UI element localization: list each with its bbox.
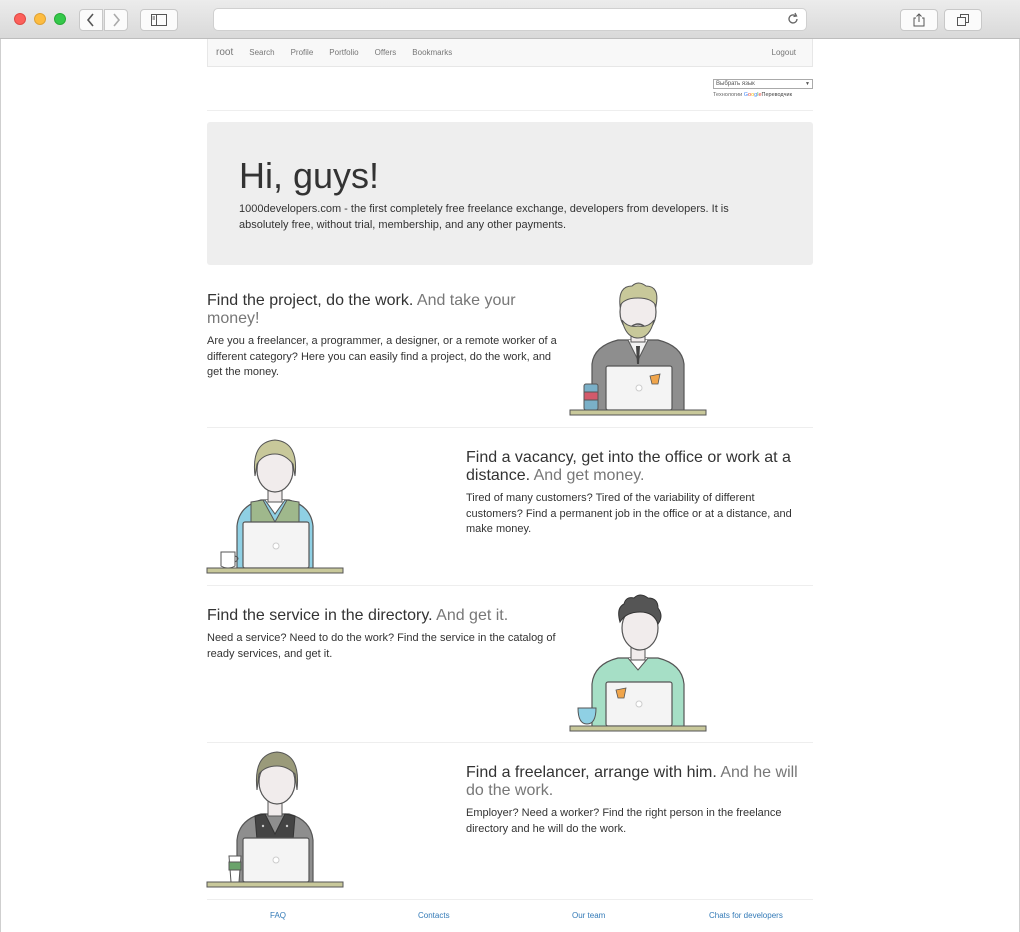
navbar-brand[interactable]: root: [208, 47, 241, 58]
navbar: root Search Profile Portfolio Offers Boo…: [207, 39, 813, 67]
close-window-button[interactable]: [14, 13, 26, 25]
tabs-icon: [957, 14, 969, 26]
footer-link-faq[interactable]: FAQ: [270, 911, 286, 920]
nav-item-search[interactable]: Search: [241, 48, 282, 57]
divider: [207, 742, 813, 743]
footer-link-chats[interactable]: Chats for developers: [709, 911, 783, 920]
divider: [207, 899, 813, 900]
chevron-left-icon: [86, 13, 94, 27]
feature-heading-main: Find a freelancer, arrange with him.: [466, 764, 717, 781]
dropdown-arrow-icon: ▼: [805, 81, 810, 87]
feature-text: Employer? Need a worker? Find the right …: [466, 807, 782, 835]
feature-heading-main: Find the service in the directory.: [207, 607, 433, 624]
google-logo[interactable]: Google: [744, 92, 762, 98]
curly-man-laptop-illustration: [569, 594, 707, 732]
nav-item-offers[interactable]: Offers: [367, 48, 405, 57]
address-bar[interactable]: [213, 8, 807, 31]
footer-link-our-team[interactable]: Our team: [572, 911, 605, 920]
translate-credit: Технологии GoogleПереводчик: [713, 92, 813, 98]
feature-heading-muted: And get it.: [436, 607, 509, 624]
sidebar-icon: [151, 14, 167, 26]
sidebar-toggle-button[interactable]: [140, 9, 178, 31]
feature-find-service: Find the service in the directory. And g…: [207, 607, 559, 662]
share-icon: [913, 13, 925, 27]
feature-heading: Find the service in the directory. And g…: [207, 607, 559, 625]
forward-button[interactable]: [104, 9, 128, 31]
jumbotron-title: Hi, guys!: [239, 155, 380, 196]
share-button[interactable]: [900, 9, 938, 31]
feature-find-freelancer: Find a freelancer, arrange with him. And…: [466, 764, 806, 837]
feature-heading: Find a freelancer, arrange with him. And…: [466, 764, 806, 800]
divider: [207, 110, 813, 111]
jumbotron-text: 1000developers.com - the first completel…: [239, 203, 729, 231]
google-translate-widget: Выбрать язык ▼ Технологии GoogleПереводч…: [713, 79, 813, 98]
nav-item-profile[interactable]: Profile: [283, 48, 322, 57]
feature-heading-muted: And get money.: [533, 467, 645, 484]
feature-text: Are you a freelancer, a programmer, a de…: [207, 335, 557, 378]
language-select-label: Выбрать язык: [716, 81, 755, 87]
reload-icon[interactable]: [786, 12, 800, 26]
feature-heading-main: Find the project, do the work.: [207, 292, 414, 309]
divider: [207, 585, 813, 586]
tabs-button[interactable]: [944, 9, 982, 31]
feature-text: Tired of many customers? Tired of the va…: [466, 492, 792, 535]
language-select[interactable]: Выбрать язык ▼: [713, 79, 813, 89]
back-button[interactable]: [79, 9, 103, 31]
window-border-left: [0, 39, 1, 932]
nav-item-portfolio[interactable]: Portfolio: [321, 48, 366, 57]
feature-find-vacancy: Find a vacancy, get into the office or w…: [466, 449, 806, 538]
nav-item-bookmarks[interactable]: Bookmarks: [404, 48, 460, 57]
feature-find-project: Find the project, do the work. And take …: [207, 292, 559, 381]
minimize-window-button[interactable]: [34, 13, 46, 25]
footer-link-contacts[interactable]: Contacts: [418, 911, 450, 920]
feature-text: Need a service? Need to do the work? Fin…: [207, 632, 556, 660]
translate-credit-prefix: Технологии: [713, 92, 743, 98]
feature-heading: Find a vacancy, get into the office or w…: [466, 449, 806, 485]
page-content: root Search Profile Portfolio Offers Boo…: [207, 39, 813, 67]
logout-link[interactable]: Logout: [772, 48, 796, 57]
chevron-right-icon: [113, 13, 121, 27]
zoom-window-button[interactable]: [54, 13, 66, 25]
jumbotron: Hi, guys! 1000developers.com - the first…: [207, 122, 813, 265]
translate-credit-suffix: Переводчик: [761, 92, 792, 98]
man-vest-laptop-illustration: [206, 751, 344, 888]
browser-toolbar: [0, 0, 1020, 39]
woman-laptop-illustration: [206, 439, 344, 574]
feature-heading: Find the project, do the work. And take …: [207, 292, 559, 328]
bearded-man-laptop-illustration: [569, 282, 707, 416]
divider: [207, 427, 813, 428]
